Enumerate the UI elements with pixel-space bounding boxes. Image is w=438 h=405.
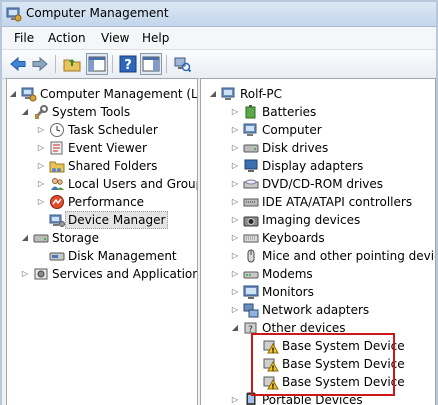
- expand-arrow-icon[interactable]: ▷: [37, 126, 45, 134]
- expand-arrow-icon[interactable]: ▷: [37, 180, 45, 188]
- expand-arrow-icon[interactable]: ▷: [37, 144, 45, 152]
- tree-label: Display adapters: [262, 159, 364, 173]
- scan-hardware-changes-icon[interactable]: [172, 54, 192, 74]
- tree-label: Monitors: [262, 285, 314, 299]
- battery-icon: [245, 105, 256, 119]
- tree-label: Storage: [52, 231, 99, 245]
- expand-arrow-icon[interactable]: ▷: [231, 126, 239, 134]
- ide-controller-icon: [243, 198, 259, 207]
- expand-arrow-icon[interactable]: ▷: [231, 108, 239, 116]
- expand-arrow-icon[interactable]: ▷: [37, 162, 45, 170]
- window-title: Computer Management: [26, 6, 169, 20]
- tree-label: System Tools: [52, 105, 131, 119]
- svg-text:?: ?: [124, 58, 132, 73]
- disk-drive-icon: [243, 144, 259, 153]
- services-icon: [34, 268, 48, 280]
- tree-label: Network adapters: [262, 303, 370, 317]
- forward-arrow-icon[interactable]: [30, 54, 50, 74]
- expand-arrow-icon[interactable]: ▷: [231, 216, 239, 224]
- storage-icon: [33, 234, 49, 243]
- computer-management-icon: [21, 87, 37, 102]
- computer-icon: [243, 123, 257, 136]
- menu-view[interactable]: View: [101, 31, 129, 45]
- shared-folder-icon: [49, 161, 65, 173]
- mouse-icon: [247, 249, 255, 263]
- tree-label: Mice and other pointing devices: [262, 249, 436, 263]
- expand-arrow-icon[interactable]: ▷: [231, 288, 239, 296]
- help-icon[interactable]: ?: [118, 54, 138, 74]
- toolbar-separator: [112, 55, 113, 73]
- back-arrow-icon[interactable]: [8, 54, 28, 74]
- clock-icon: [50, 123, 64, 137]
- show-hide-action-pane-icon[interactable]: [140, 53, 162, 75]
- tree-label: Keyboards: [262, 231, 325, 245]
- show-hide-console-tree-icon[interactable]: [86, 53, 108, 75]
- device-manager-icon: [49, 214, 65, 227]
- event-viewer-icon: [50, 141, 63, 155]
- modem-icon: [243, 271, 259, 279]
- expand-arrow-icon[interactable]: ▷: [231, 306, 239, 314]
- computer-management-window: Computer Management File Action View Hel…: [2, 2, 436, 405]
- menu-action[interactable]: Action: [48, 31, 86, 45]
- expand-arrow-icon[interactable]: ▷: [21, 270, 29, 278]
- tree-label: Disk Management: [68, 249, 177, 263]
- tree-label: Computer: [262, 123, 322, 137]
- expand-arrow-icon[interactable]: ▷: [231, 396, 239, 404]
- collapse-arrow-icon[interactable]: ◢: [9, 90, 17, 98]
- tree-label: Computer Management (Local: [40, 87, 198, 101]
- tree-label: DVD/CD-ROM drives: [262, 177, 384, 191]
- tree-label: IDE ATA/ATAPI controllers: [262, 195, 413, 209]
- expand-arrow-icon[interactable]: ▷: [231, 180, 239, 188]
- toolbar-separator: [166, 55, 167, 73]
- tree-label: Batteries: [262, 105, 317, 119]
- up-folder-icon[interactable]: [62, 54, 82, 74]
- collapse-arrow-icon[interactable]: ◢: [21, 108, 29, 116]
- users-icon: [51, 178, 64, 190]
- monitor-icon: [243, 285, 259, 299]
- collapse-arrow-icon[interactable]: ◢: [21, 234, 29, 242]
- network-adapter-icon: [243, 303, 259, 318]
- tree-label: Task Scheduler: [68, 123, 158, 137]
- tree-label: Shared Folders: [68, 159, 158, 173]
- title-bar: Computer Management: [2, 2, 436, 27]
- toolbar: ?: [2, 50, 436, 79]
- toolbar-separator: [55, 55, 56, 73]
- performance-icon: [50, 195, 64, 209]
- computer-icon: [221, 87, 235, 100]
- tools-icon: [34, 105, 48, 119]
- tree-label: Modems: [262, 267, 313, 281]
- expand-arrow-icon[interactable]: ▷: [231, 252, 239, 260]
- disk-management-icon: [49, 252, 65, 261]
- expand-arrow-icon[interactable]: ▷: [231, 144, 239, 152]
- collapse-arrow-icon[interactable]: ◢: [209, 90, 217, 98]
- highlight-box: [251, 333, 395, 396]
- camera-icon: [243, 216, 259, 227]
- collapse-arrow-icon[interactable]: ◢: [231, 324, 239, 332]
- expand-arrow-icon[interactable]: ▷: [231, 162, 239, 170]
- tree-label: Disk drives: [262, 141, 329, 155]
- expand-arrow-icon[interactable]: ▷: [231, 198, 239, 206]
- display-adapter-icon: [244, 159, 258, 172]
- computer-management-icon: [6, 7, 22, 22]
- expand-arrow-icon[interactable]: ▷: [231, 234, 239, 242]
- keyboard-icon: [243, 234, 259, 243]
- tree-label: Performance: [68, 195, 145, 209]
- expand-arrow-icon[interactable]: ▷: [37, 198, 45, 206]
- menu-file[interactable]: File: [14, 31, 34, 45]
- tree-label: Rolf-PC: [240, 87, 282, 101]
- tree-label: Event Viewer: [68, 141, 147, 155]
- expand-arrow-icon[interactable]: ▷: [231, 270, 239, 278]
- console-tree: ◢ Computer Management (Local ◢ System To…: [6, 78, 198, 405]
- tree-label: Services and Applications: [52, 267, 198, 281]
- menu-bar: File Action View Help: [2, 27, 436, 50]
- tree-label: Imaging devices: [262, 213, 361, 227]
- tree-label: Local Users and Groups: [68, 177, 198, 191]
- tree-label: Device Manager: [65, 211, 169, 229]
- dvd-drive-icon: [243, 179, 259, 189]
- menu-help[interactable]: Help: [142, 31, 169, 45]
